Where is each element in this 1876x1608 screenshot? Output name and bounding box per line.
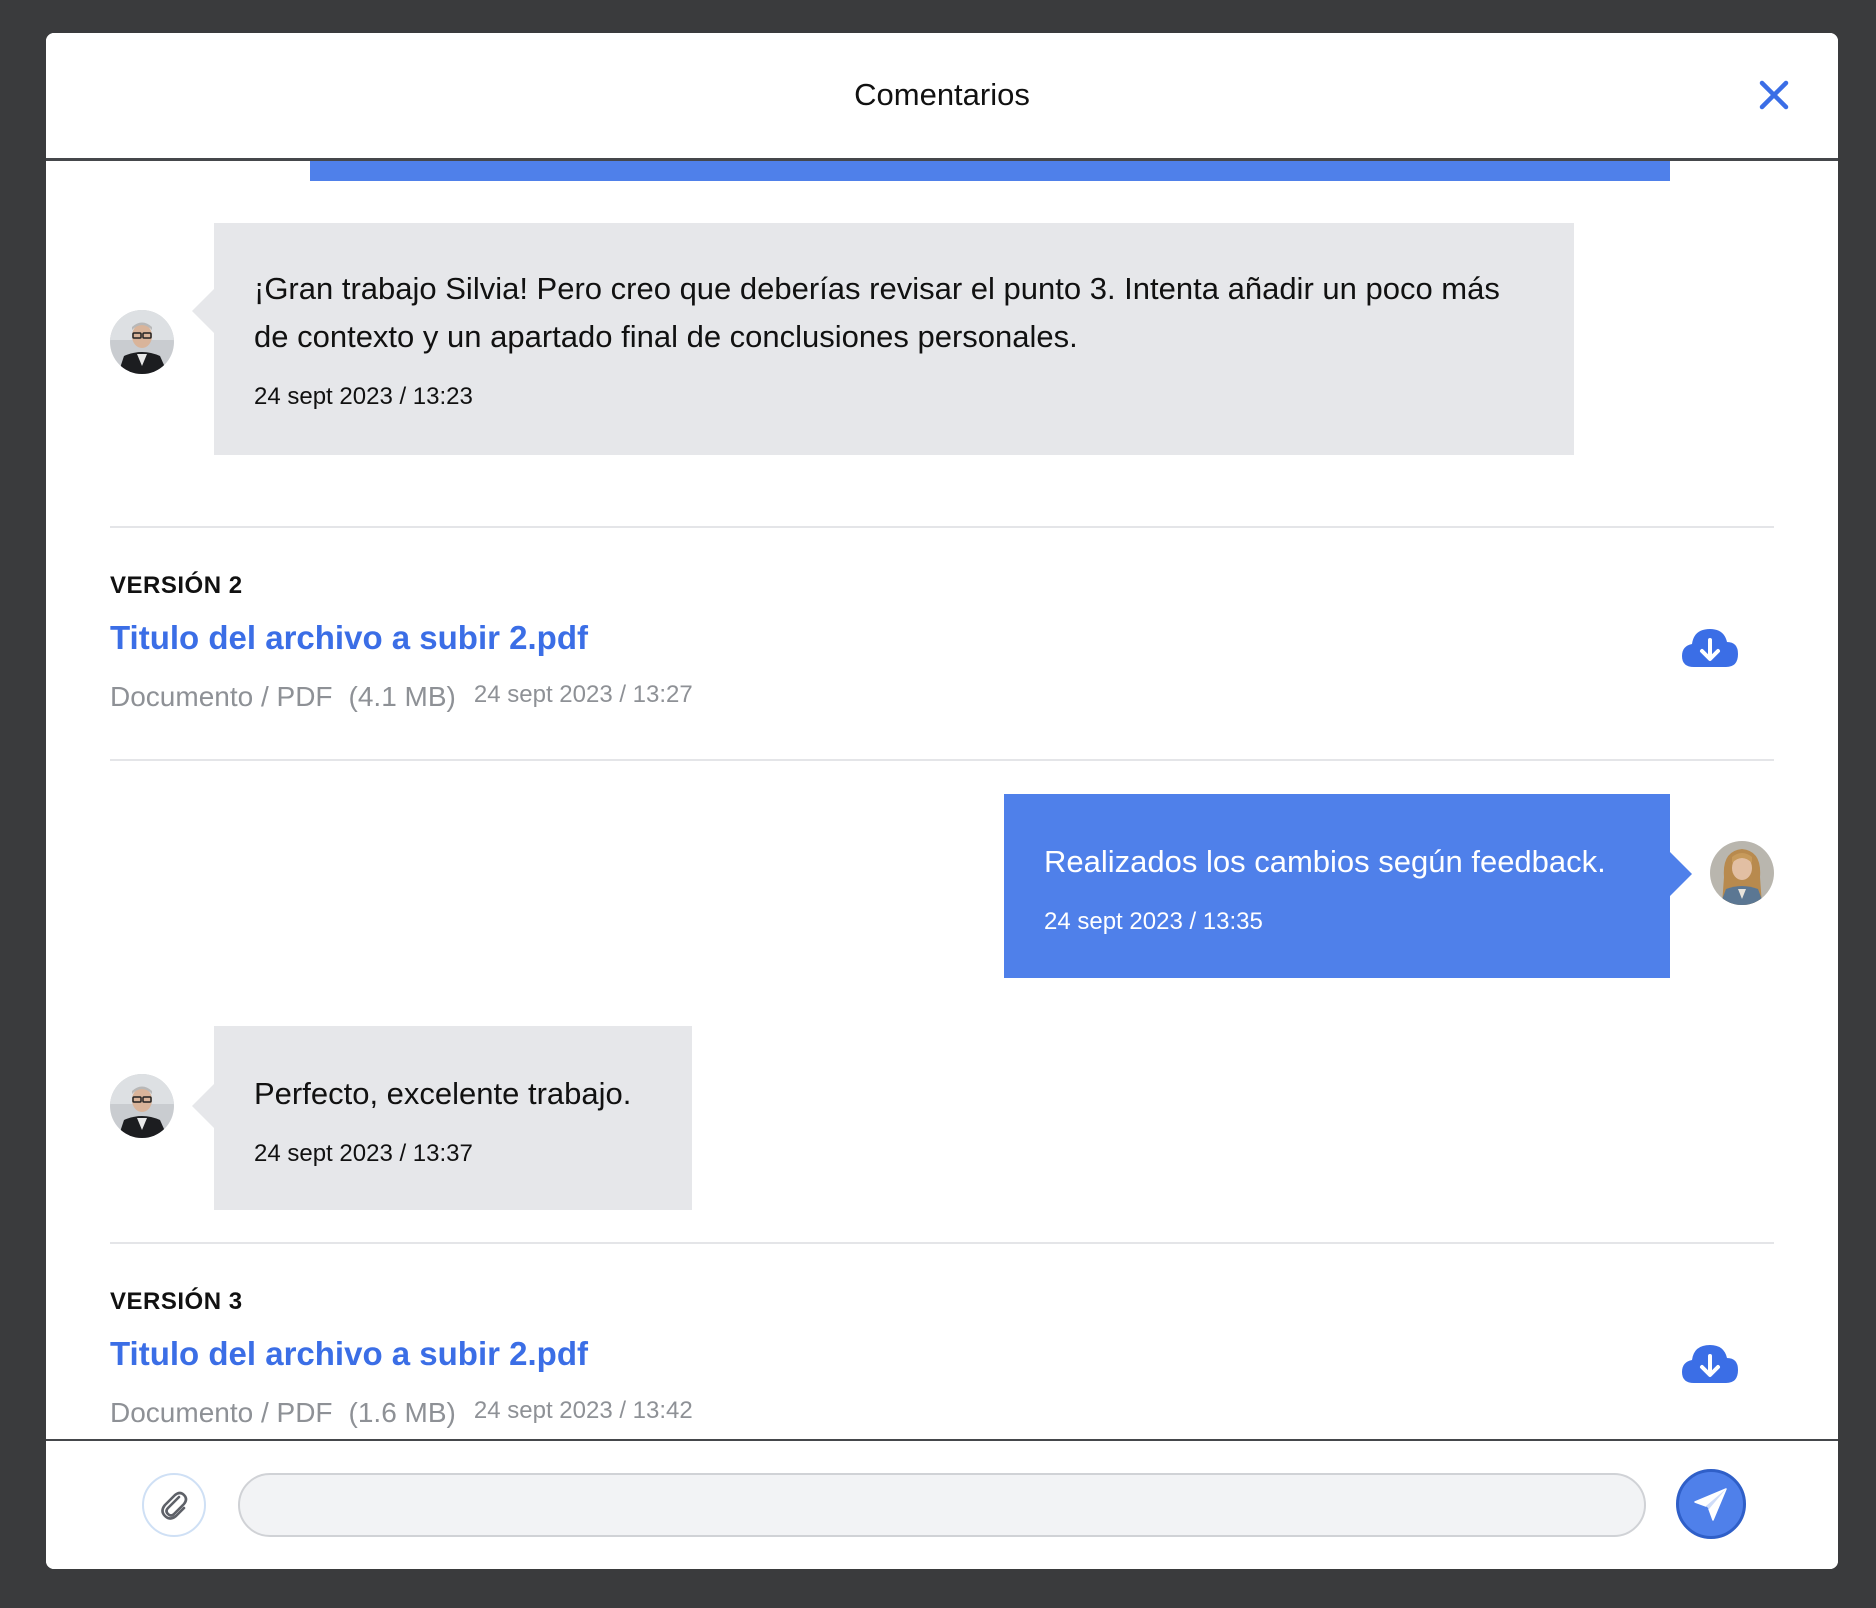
divider — [110, 526, 1774, 528]
close-button[interactable] — [1754, 75, 1794, 115]
file-link[interactable]: Titulo del archivo a subir 2.pdf — [110, 1335, 588, 1373]
modal-title: Comentarios — [854, 77, 1030, 112]
download-button[interactable] — [1678, 623, 1742, 671]
comment-text: Perfecto, excelente trabajo. — [254, 1076, 632, 1111]
paper-plane-icon — [1694, 1488, 1727, 1521]
message-input[interactable] — [238, 1473, 1646, 1537]
bubble-tail — [192, 1084, 214, 1128]
reviewer-avatar — [110, 1074, 174, 1138]
comments-thread[interactable]: ¡Gran trabajo Silvia! Pero creo que debe… — [46, 161, 1838, 1439]
file-size: (1.6 MB) — [348, 1397, 456, 1428]
file-date: 24 sept 2023 / 13:27 — [473, 681, 693, 708]
file-type: Documento / PDF — [110, 681, 333, 712]
comment-bubble: ¡Gran trabajo Silvia! Pero creo que debe… — [192, 223, 1574, 455]
file-type: Documento / PDF — [110, 1397, 333, 1428]
bubble-tail — [192, 289, 214, 333]
modal-header: Comentarios — [46, 33, 1838, 161]
cloud-download-icon — [1682, 629, 1738, 667]
close-icon — [1759, 80, 1789, 110]
comment-bubble: Perfecto, excelente trabajo. 24 sept 202… — [192, 1026, 692, 1210]
comment-composer — [46, 1439, 1838, 1569]
bubble-tail — [1670, 852, 1692, 896]
version-label: VERSIÓN 3 — [110, 1288, 243, 1315]
file-meta: Documento / PDF (1.6 MB) 24 sept 2023 / … — [110, 1397, 693, 1429]
file-link[interactable]: Titulo del archivo a subir 2.pdf — [110, 619, 588, 657]
cloud-download-icon — [1682, 1345, 1738, 1383]
file-meta: Documento / PDF (4.1 MB) 24 sept 2023 / … — [110, 681, 693, 713]
comment-text: ¡Gran trabajo Silvia! Pero creo que debe… — [254, 271, 1500, 354]
comment-text: Realizados los cambios según feedback. — [1044, 844, 1606, 879]
send-button[interactable] — [1676, 1469, 1746, 1539]
reviewer-avatar — [110, 310, 174, 374]
previous-message-bubble — [310, 161, 1670, 181]
comment-timestamp: 24 sept 2023 / 13:37 — [254, 1140, 473, 1167]
divider — [110, 1242, 1774, 1244]
version-label: VERSIÓN 2 — [110, 572, 243, 599]
file-date: 24 sept 2023 / 13:42 — [473, 1397, 693, 1424]
user-avatar — [1710, 841, 1774, 905]
own-comment-bubble: Realizados los cambios según feedback. 2… — [1004, 794, 1692, 978]
comments-modal: Comentarios ¡Gran trabajo Silvia! Pero c… — [46, 33, 1838, 1569]
attach-button[interactable] — [142, 1473, 206, 1537]
divider — [110, 759, 1774, 761]
paperclip-icon — [161, 1491, 188, 1520]
comment-timestamp: 24 sept 2023 / 13:23 — [254, 383, 473, 410]
download-button[interactable] — [1678, 1339, 1742, 1387]
file-size: (4.1 MB) — [348, 681, 456, 712]
comment-timestamp: 24 sept 2023 / 13:35 — [1044, 908, 1263, 935]
